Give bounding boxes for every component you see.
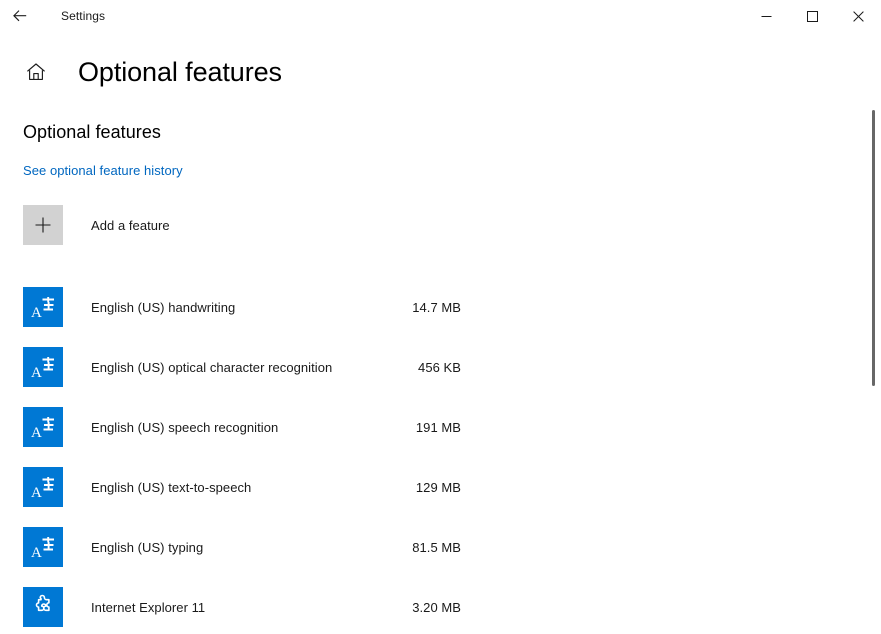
- content-area: Optional features See optional feature h…: [0, 108, 865, 634]
- window-controls: [743, 0, 881, 32]
- puzzle-piece-icon: [35, 594, 50, 612]
- feature-row[interactable]: A English (US) handwriting 14.7 MB: [23, 277, 461, 337]
- home-icon: [27, 63, 45, 80]
- language-icon: A: [31, 357, 54, 381]
- title-bar: Settings: [0, 0, 881, 32]
- feature-name: Internet Explorer 11: [91, 599, 206, 615]
- plus-icon: [35, 217, 51, 233]
- scrollbar-thumb[interactable]: [872, 110, 875, 386]
- feature-name: English (US) speech recognition: [91, 419, 279, 435]
- minimize-button[interactable]: [743, 0, 789, 32]
- feature-icon: A: [23, 527, 63, 567]
- minimize-icon: [761, 15, 771, 17]
- language-icon: A: [31, 477, 54, 501]
- feature-icon: A: [23, 407, 63, 447]
- svg-text:A: A: [31, 485, 42, 501]
- window-title: Settings: [61, 9, 106, 23]
- page-header: Optional features: [0, 48, 282, 96]
- close-button[interactable]: [835, 0, 881, 32]
- feature-icon: A: [23, 287, 63, 327]
- page-title: Optional features: [78, 56, 282, 87]
- feature-size: 3.20 MB: [412, 599, 461, 615]
- feature-icon: A: [23, 467, 63, 507]
- maximize-button[interactable]: [789, 0, 835, 32]
- feature-icon: [23, 587, 63, 627]
- feature-row[interactable]: Internet Explorer 11 3.20 MB: [23, 577, 461, 634]
- optional-features-list: A English (US) handwriting 14.7 MB A Eng…: [0, 277, 865, 634]
- maximize-icon: [806, 10, 818, 22]
- home-button[interactable]: [12, 48, 60, 96]
- add-feature-icon-box: [23, 205, 63, 245]
- back-arrow-icon: [13, 10, 27, 22]
- feature-name: English (US) handwriting: [91, 299, 236, 315]
- feature-row[interactable]: A English (US) optical character recogni…: [23, 337, 461, 397]
- feature-size: 14.7 MB: [412, 299, 461, 315]
- feature-icon: A: [23, 347, 63, 387]
- feature-name: English (US) typing: [91, 539, 204, 555]
- feature-name: English (US) text-to-speech: [91, 479, 252, 495]
- language-icon: A: [31, 297, 54, 321]
- feature-name: English (US) optical character recogniti…: [91, 359, 333, 375]
- feature-size: 191 MB: [415, 419, 461, 435]
- language-icon: A: [31, 537, 54, 561]
- vertical-scrollbar[interactable]: [863, 96, 879, 634]
- close-icon: [852, 10, 864, 22]
- feature-size: 129 MB: [415, 479, 461, 495]
- svg-text:A: A: [31, 305, 42, 321]
- back-button[interactable]: [0, 0, 40, 32]
- add-feature-label: Add a feature: [91, 217, 170, 233]
- add-a-feature-button[interactable]: Add a feature: [23, 205, 323, 245]
- svg-text:A: A: [31, 545, 42, 561]
- feature-row[interactable]: A English (US) typing 81.5 MB: [23, 517, 461, 577]
- feature-row[interactable]: A English (US) text-to-speech 129 MB: [23, 457, 461, 517]
- svg-text:A: A: [31, 425, 42, 441]
- feature-row[interactable]: A English (US) speech recognition 191 MB: [23, 397, 461, 457]
- svg-text:A: A: [31, 365, 42, 381]
- section-heading: Optional features: [23, 122, 161, 142]
- feature-size: 456 KB: [418, 359, 461, 375]
- language-icon: A: [31, 417, 54, 441]
- see-optional-feature-history-link[interactable]: See optional feature history: [23, 163, 183, 178]
- feature-size: 81.5 MB: [412, 539, 461, 555]
